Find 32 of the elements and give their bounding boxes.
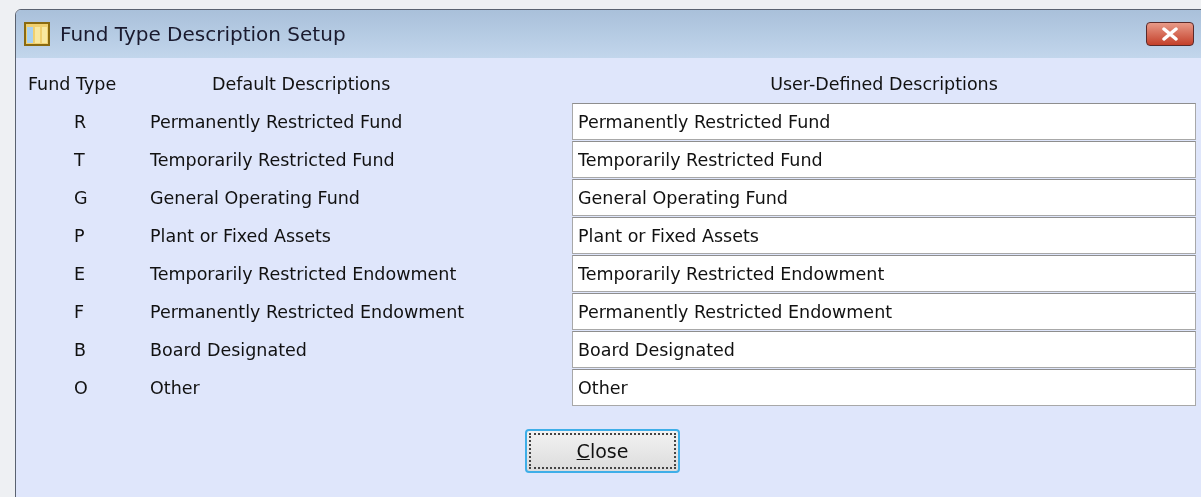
fund-type-code: O [73, 377, 88, 398]
fund-type-code: G [73, 187, 88, 208]
default-description: Temporarily Restricted Fund [150, 149, 395, 170]
description-field[interactable]: Plant or Fixed Assets [572, 217, 1196, 254]
default-description: Permanently Restricted Fund [150, 111, 403, 132]
default-description: Temporarily Restricted Endowment [150, 263, 457, 284]
fund-type-code: R [73, 111, 87, 132]
column-header: User-Defined Descriptions [770, 73, 998, 96]
description-field[interactable]: Temporarily Restricted Endowment [572, 255, 1196, 292]
column-header: Default Descriptions [211, 73, 391, 96]
columns-icon [24, 22, 50, 46]
description-field[interactable]: Temporarily Restricted Fund [572, 141, 1196, 178]
description-field[interactable]: Board Designated [572, 331, 1196, 368]
default-description: General Operating Fund [150, 187, 360, 208]
default-description: Permanently Restricted Endowment [150, 301, 465, 322]
close-button[interactable]: Close [525, 429, 680, 473]
description-field[interactable]: General Operating Fund [572, 179, 1196, 216]
close-icon [1161, 27, 1179, 41]
fund-type-code: B [73, 339, 86, 360]
description-field[interactable]: Other [572, 369, 1196, 406]
description-field[interactable]: Permanently Restricted Endowment [572, 293, 1196, 330]
default-description: Other [150, 377, 200, 398]
default-description: Plant or Fixed Assets [150, 225, 331, 246]
close-window-button[interactable] [1146, 22, 1194, 46]
fund-type-code: P [73, 225, 85, 246]
fund-type-code: E [73, 263, 86, 284]
fund-type-code: T [73, 149, 85, 170]
default-description: Board Designated [150, 339, 307, 360]
fund-type-code: F [73, 301, 85, 322]
description-field[interactable]: Permanently Restricted Fund [572, 103, 1196, 140]
window-title: Fund Type Description Setup [60, 22, 347, 46]
column-header: Fund Type [28, 73, 117, 96]
